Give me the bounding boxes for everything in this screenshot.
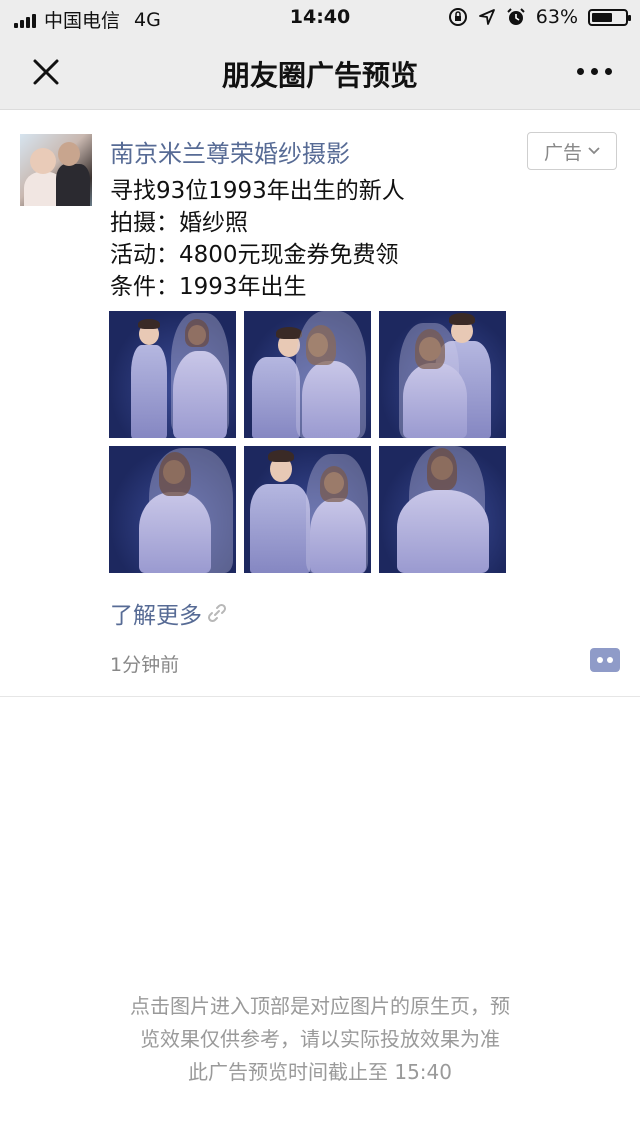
wedding-photo-3[interactable] xyxy=(379,311,506,438)
location-arrow-icon xyxy=(478,9,495,25)
disclaimer-line: 此广告预览时间截止至 15:40 xyxy=(188,1060,452,1084)
wedding-photo-4[interactable] xyxy=(109,446,236,573)
navigation-bar: 朋友圈广告预览 xyxy=(0,34,640,110)
chevron-down-icon xyxy=(588,147,600,155)
ad-text-line: 寻找93位1993年出生的新人 xyxy=(110,178,405,204)
learn-more-label: 了解更多 xyxy=(110,603,202,629)
preview-disclaimer: 点击图片进入顶部是对应图片的原生页，预 览效果仅供参考，请以实际投放效果为准 此… xyxy=(0,990,640,1089)
wedding-photo-1[interactable] xyxy=(109,311,236,438)
comment-icon[interactable] xyxy=(590,648,620,672)
ad-post: 南京米兰尊荣婚纱摄影 广告 寻找93位1993年出生的新人 拍摄：婚纱照 活动：… xyxy=(0,110,640,697)
alarm-icon xyxy=(507,8,525,25)
advertiser-name[interactable]: 南京米兰尊荣婚纱摄影 xyxy=(110,134,350,169)
page-title: 朋友圈广告预览 xyxy=(221,59,418,92)
ad-text-line: 条件：1993年出生 xyxy=(110,274,307,300)
disclaimer-line: 点击图片进入顶部是对应图片的原生页，预 xyxy=(130,994,510,1018)
more-options-icon[interactable] xyxy=(577,68,612,75)
ad-text-line: 拍摄：婚纱照 xyxy=(110,210,248,236)
ad-text-line: 活动：4800元现金券免费领 xyxy=(110,242,399,268)
learn-more-link[interactable]: 了解更多 xyxy=(110,596,228,630)
link-icon xyxy=(207,603,227,623)
ad-tag-label: 广告 xyxy=(543,141,582,164)
ad-tag-dropdown[interactable]: 广告 xyxy=(527,132,617,170)
wedding-photo-6[interactable] xyxy=(379,446,506,573)
battery-icon xyxy=(588,8,631,26)
status-right: 63% xyxy=(448,6,631,28)
battery-percent: 63% xyxy=(535,6,578,28)
orientation-lock-icon xyxy=(448,8,467,26)
post-time: 1分钟前 xyxy=(110,654,180,676)
advertiser-avatar[interactable] xyxy=(20,134,92,206)
disclaimer-line: 览效果仅供参考，请以实际投放效果为准 xyxy=(140,1027,500,1051)
wedding-photo-2[interactable] xyxy=(244,311,371,438)
wedding-photo-5[interactable] xyxy=(244,446,371,573)
ad-body-text: 寻找93位1993年出生的新人 拍摄：婚纱照 活动：4800元现金券免费领 条件… xyxy=(110,175,405,303)
status-bar: 中国电信 4G 14:40 63% xyxy=(0,0,640,34)
